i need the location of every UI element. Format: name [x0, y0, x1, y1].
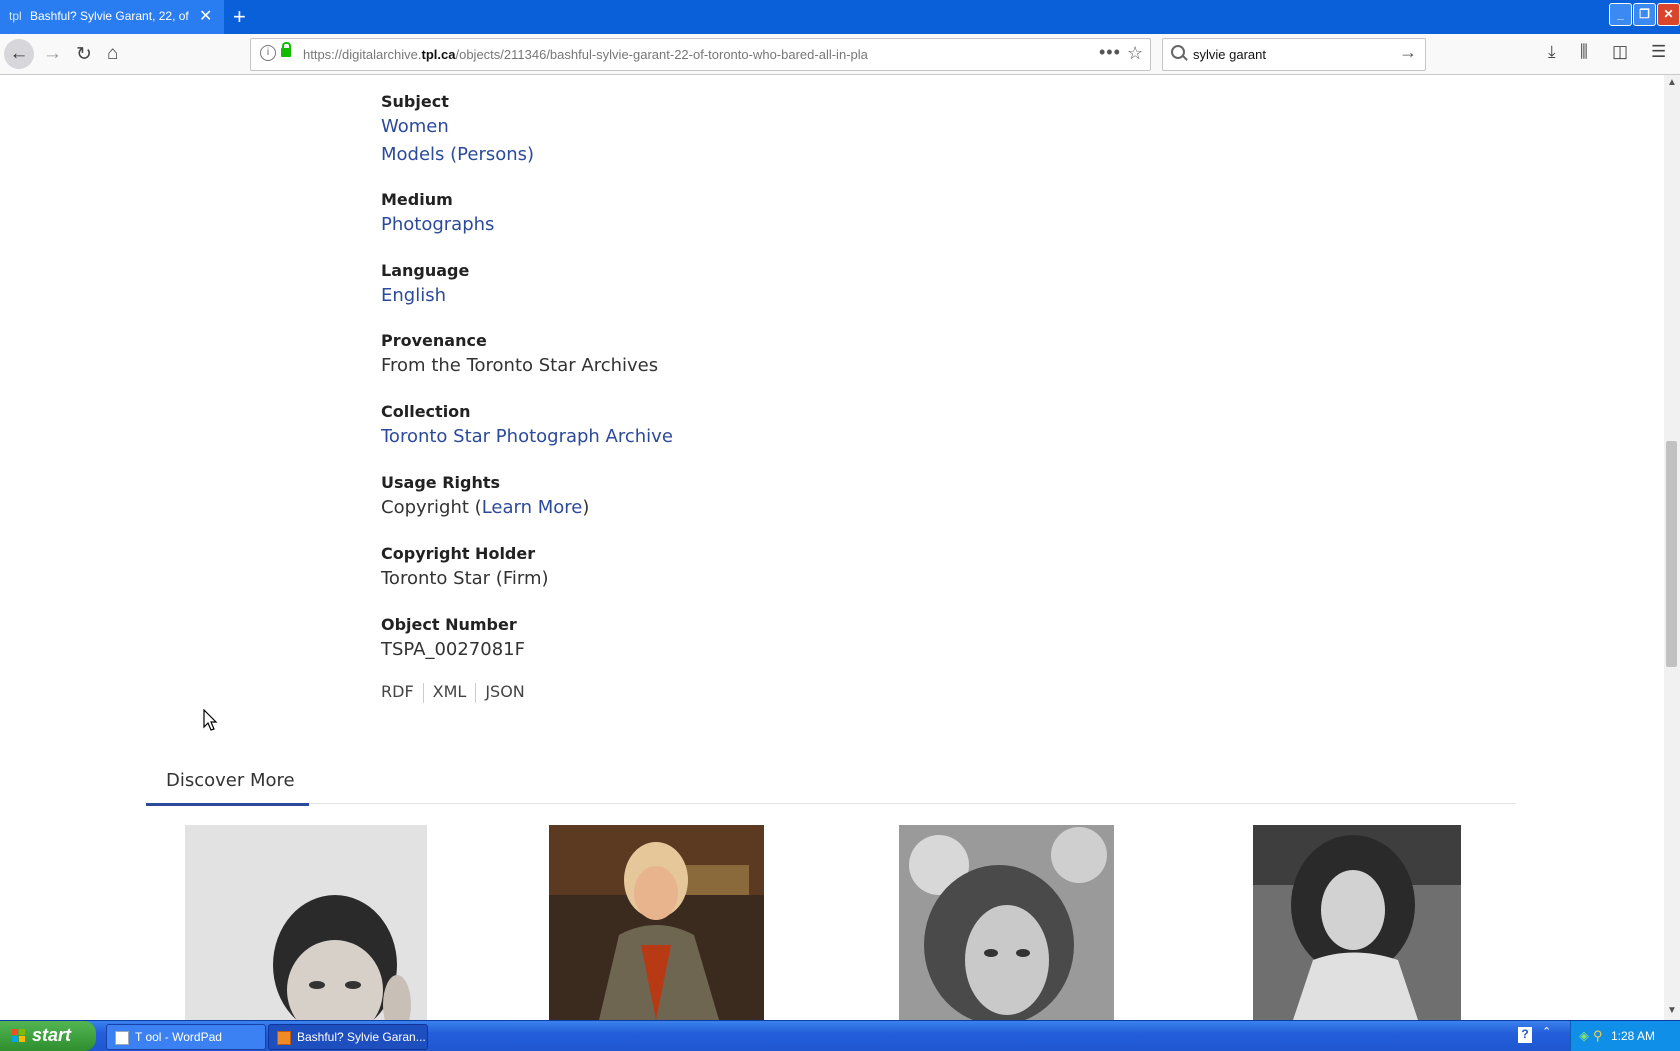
address-url[interactable]: https://digitalarchive.tpl.ca/objects/21…	[303, 47, 868, 62]
close-window-icon[interactable]: ✕	[1657, 3, 1680, 26]
close-tab-icon[interactable]: ✕	[199, 6, 212, 26]
object-number-value: TSPA_0027081F	[381, 639, 525, 660]
medium-field: Medium Photographs	[381, 189, 494, 239]
usage-rights-label: Usage Rights	[381, 473, 501, 492]
taskbar-item-wordpad[interactable]: T ool - WordPad	[106, 1024, 266, 1050]
home-icon[interactable]: ⌂	[107, 43, 118, 65]
copyright-holder-label: Copyright Holder	[381, 544, 536, 563]
rdf-link[interactable]: RDF	[381, 682, 414, 701]
subject-link-women[interactable]: Women	[381, 116, 449, 137]
related-photo-4[interactable]	[1253, 825, 1461, 1020]
library-icon[interactable]: ⫼	[1580, 42, 1588, 62]
start-button[interactable]: start	[0, 1021, 96, 1051]
related-photo-1[interactable]	[185, 825, 427, 1020]
subject-link-models[interactable]: Models (Persons)	[381, 144, 534, 165]
security-icon[interactable]: ⚲	[1593, 1028, 1603, 1044]
network-icon[interactable]: ◈	[1579, 1028, 1589, 1044]
mouse-cursor-icon	[203, 709, 218, 731]
subject-field: Subject Women Models (Persons)	[381, 91, 534, 169]
collection-link[interactable]: Toronto Star Photograph Archive	[381, 426, 673, 447]
subject-label: Subject	[381, 92, 449, 111]
tab-title: Bashful? Sylvie Garant, 22, of Toronto w…	[30, 9, 192, 23]
language-label: Language	[381, 261, 470, 280]
search-input[interactable]: sylvie garant	[1193, 47, 1266, 62]
discover-more-label: Discover More	[166, 770, 295, 791]
discover-divider	[146, 803, 1516, 804]
collection-field: Collection Toronto Star Photograph Archi…	[381, 401, 673, 451]
copyright-holder-field: Copyright Holder Toronto Star (Firm)	[381, 543, 549, 593]
page-content: Subject Women Models (Persons) Medium Ph…	[0, 75, 1664, 1020]
browser-tab-active[interactable]: tpl Bashful? Sylvie Garant, 22, of Toron…	[0, 0, 224, 34]
restore-window-icon[interactable]: ❐	[1633, 3, 1656, 26]
language-field: Language English	[381, 260, 469, 310]
downloads-icon[interactable]: ⤓	[1548, 42, 1556, 62]
bookmark-star-icon[interactable]: ☆	[1127, 43, 1143, 64]
clock: 1:28 AM	[1611, 1029, 1656, 1043]
provenance-label: Provenance	[381, 331, 487, 350]
usage-rights-close-paren: )	[582, 497, 590, 518]
secure-lock-icon	[281, 42, 291, 57]
expand-tray-icon[interactable]: ⌃	[1542, 1025, 1551, 1038]
related-photo-2[interactable]	[549, 825, 764, 1020]
usage-rights-field: Usage Rights Copyright (Learn More)	[381, 472, 589, 522]
xml-link[interactable]: XML	[433, 682, 467, 701]
search-go-arrow-icon[interactable]: →	[1399, 42, 1417, 63]
medium-link[interactable]: Photographs	[381, 214, 494, 235]
firefox-icon	[277, 1030, 291, 1045]
new-tab-icon[interactable]: +	[233, 4, 246, 30]
page-actions-icon[interactable]: •••	[1099, 42, 1121, 63]
site-info-icon[interactable]: i	[260, 45, 276, 61]
windows-logo-icon	[12, 1029, 25, 1042]
tab-discover-more[interactable]: Discover More	[146, 765, 309, 806]
forward-arrow-icon[interactable]: →	[43, 43, 62, 65]
page-scrollbar[interactable]: ▲ ▼	[1664, 75, 1680, 1020]
scroll-up-arrow-icon[interactable]: ▲	[1667, 77, 1677, 88]
provenance-field: Provenance From the Toronto Star Archive…	[381, 330, 658, 380]
search-bar[interactable]: sylvie garant →	[1162, 38, 1426, 71]
windows-taskbar: start T ool - WordPad Bashful? Sylvie Ga…	[0, 1020, 1680, 1051]
provenance-value: From the Toronto Star Archives	[381, 355, 659, 376]
scrollbar-thumb[interactable]	[1666, 441, 1677, 667]
browser-tab-strip: tpl Bashful? Sylvie Garant, 22, of Toron…	[0, 0, 1680, 34]
medium-label: Medium	[381, 190, 453, 209]
back-arrow-icon[interactable]: ←	[4, 39, 34, 69]
collection-label: Collection	[381, 402, 471, 421]
minimize-window-icon[interactable]: _	[1609, 3, 1632, 26]
object-number-field: Object Number TSPA_0027081F	[381, 614, 525, 664]
reload-icon[interactable]: ↻	[76, 43, 92, 66]
json-link[interactable]: JSON	[485, 682, 524, 701]
object-number-label: Object Number	[381, 615, 517, 634]
usage-rights-text: Copyright (	[381, 497, 482, 518]
system-tray: ◈ ⚲ 1:28 AM	[1570, 1021, 1680, 1051]
taskbar-item-firefox[interactable]: Bashful? Sylvie Garan...	[268, 1024, 428, 1050]
learn-more-link[interactable]: Learn More	[482, 497, 583, 518]
address-bar[interactable]: i https://digitalarchive.tpl.ca/objects/…	[250, 38, 1151, 71]
search-icon	[1171, 45, 1185, 59]
wordpad-icon	[115, 1030, 129, 1045]
language-link[interactable]: English	[381, 285, 446, 306]
scroll-down-arrow-icon[interactable]: ▼	[1667, 1005, 1677, 1016]
browser-nav-bar: ← → ↻ ⌂ i https://digitalarchive.tpl.ca/…	[0, 34, 1680, 75]
export-formats: RDF XML JSON	[381, 682, 525, 703]
sidebar-icon[interactable]: ◫	[1612, 42, 1628, 62]
copyright-holder-value: Toronto Star (Firm)	[381, 568, 549, 589]
start-label: start	[32, 1025, 72, 1045]
help-icon[interactable]: ?	[1518, 1027, 1532, 1043]
tab-favicon: tpl	[9, 9, 22, 23]
related-photo-3[interactable]	[899, 825, 1114, 1020]
menu-hamburger-icon[interactable]: ☰	[1651, 42, 1666, 62]
